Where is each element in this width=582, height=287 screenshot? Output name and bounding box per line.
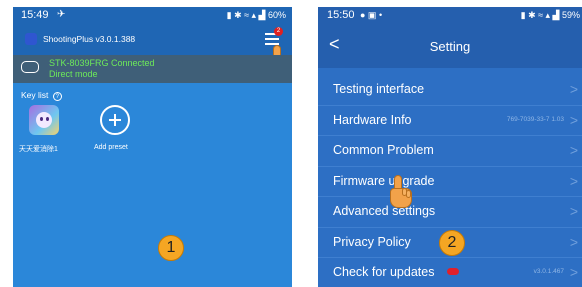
- connection-banner: STK-8039FRG Connected Direct mode: [13, 55, 292, 83]
- page-title: Setting: [429, 39, 471, 54]
- step-badge: 1: [158, 235, 184, 261]
- status-bar: 15:49 ✈ ▮ ✱ ≈ ▴ ▟ 60%: [13, 7, 292, 24]
- settings-row-hardware-info[interactable]: Hardware Info 769-7039-33-7 1.03 >: [318, 106, 582, 136]
- notification-icon: ✈: [57, 9, 66, 20]
- settings-screen: 15:50 ● ▣ • ▮ ✱ ≈ ▴ ▟ 59% < Setting Test…: [318, 7, 582, 287]
- pointing-hand-icon: [386, 175, 414, 209]
- connection-mode: Direct mode: [49, 69, 98, 79]
- game-app-icon[interactable]: [29, 105, 59, 135]
- app-title: ShootingPlus v3.0.1.388: [43, 34, 136, 44]
- notification-icons: ● ▣ •: [360, 10, 383, 20]
- key-list-heading: Key list ?: [21, 90, 62, 101]
- hardware-version-value: 769-7039-33-7 1.03: [506, 115, 564, 123]
- add-preset-label: Add preset: [94, 144, 128, 151]
- gamepad-icon: [21, 61, 39, 73]
- row-label: Check for updates: [333, 265, 435, 279]
- status-time: 15:49: [21, 9, 49, 21]
- chevron-right-icon: >: [569, 142, 578, 158]
- row-label: Privacy Policy: [333, 234, 411, 249]
- menu-icon-line: [265, 38, 279, 40]
- settings-row-common-problem[interactable]: Common Problem >: [318, 136, 582, 167]
- shootingplus-main-screen: 15:49 ✈ ▮ ✱ ≈ ▴ ▟ 60% ShootingPlus v3.0.…: [13, 7, 292, 287]
- add-preset-icon[interactable]: [100, 105, 130, 135]
- row-label: Firmware upgrade: [333, 173, 435, 188]
- app-header: ShootingPlus v3.0.1.388 2: [13, 24, 292, 55]
- row-label: Advanced settings: [333, 204, 436, 218]
- chevron-right-icon: >: [569, 203, 578, 219]
- settings-row-check-for-updates[interactable]: Check for updates v3.0.1.467 >: [318, 258, 582, 287]
- key-list-label: Key list: [21, 90, 49, 100]
- help-icon[interactable]: ?: [52, 92, 62, 101]
- settings-row-firmware-upgrade[interactable]: Firmware upgrade >: [318, 167, 582, 197]
- settings-row-advanced-settings[interactable]: Advanced settings >: [318, 197, 582, 228]
- preset-label-game: 天天爱消除1: [19, 146, 58, 153]
- row-label: Testing interface: [333, 82, 425, 96]
- app-version-value: v3.0.1.467: [533, 268, 564, 275]
- new-badge-icon: [447, 268, 459, 275]
- battery-indicator: ▮ ✱ ≈ ▴ ▟ 59%: [520, 10, 580, 20]
- step-badge: 2: [439, 230, 465, 256]
- chevron-right-icon: >: [569, 233, 578, 250]
- settings-header: < Setting: [318, 24, 582, 68]
- status-bar: 15:50 ● ▣ • ▮ ✱ ≈ ▴ ▟ 59%: [318, 7, 582, 24]
- status-time: 15:50: [327, 9, 355, 21]
- row-label: Common Problem: [333, 143, 434, 157]
- row-label: Hardware Info: [333, 112, 412, 127]
- chevron-right-icon: >: [569, 81, 578, 97]
- battery-indicator: ▮ ✱ ≈ ▴ ▟ 60%: [226, 10, 286, 20]
- app-logo-icon: [25, 33, 37, 45]
- notification-badge: 2: [274, 27, 283, 36]
- chevron-right-icon: >: [569, 111, 578, 128]
- settings-row-testing-interface[interactable]: Testing interface >: [318, 75, 582, 106]
- chevron-right-icon: >: [569, 264, 578, 280]
- chevron-right-icon: >: [569, 172, 578, 189]
- connection-status: STK-8039FRG Connected: [49, 58, 155, 68]
